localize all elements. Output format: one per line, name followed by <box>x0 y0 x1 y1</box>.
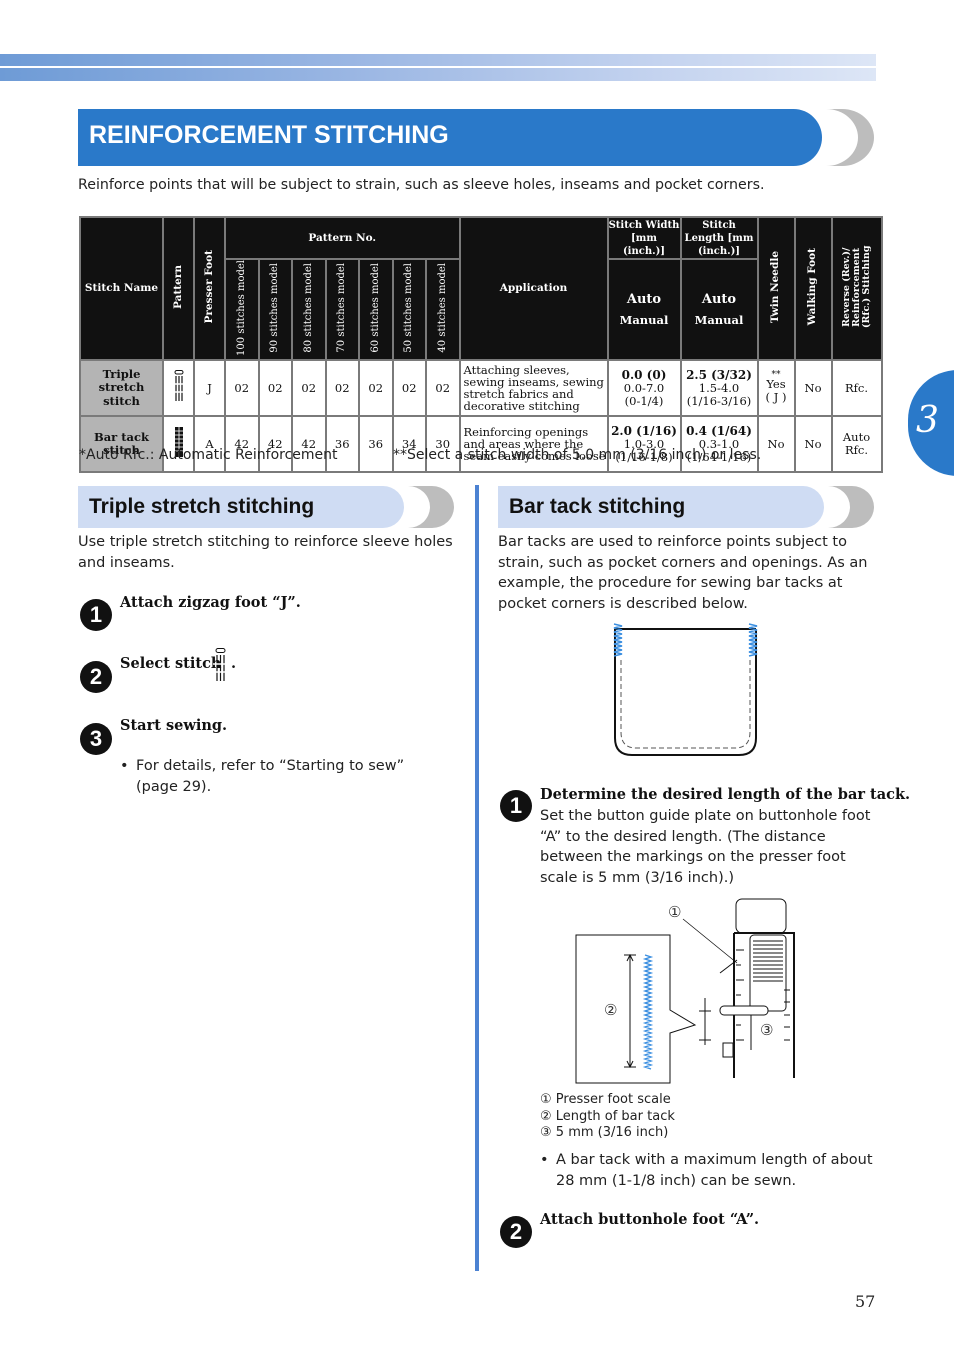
step-number-2: 2 <box>500 1216 532 1248</box>
intro-text: Reinforce points that will be subject to… <box>78 177 765 193</box>
col-model-50: 50 stitches model <box>391 258 427 361</box>
presser-foot: J <box>193 358 226 417</box>
section-end-cap <box>828 486 874 528</box>
step-number-1: 1 <box>80 599 112 631</box>
triple-stretch-stitch-icon <box>213 648 227 681</box>
stitch-length: 2.5 (3/32) 1.5-4.0 (1/16-3/16) <box>679 358 759 417</box>
section-header-bartack: Bar tack stitching <box>498 486 824 528</box>
col-walking-foot: Walking Foot <box>793 216 833 361</box>
stitch-width: 0.0 (0) 0.0-7.0 (0-1/4) <box>606 358 682 417</box>
twin-needle: No <box>756 414 796 473</box>
col-model-70: 70 stitches model <box>324 258 360 361</box>
callout-1: ① <box>668 903 681 921</box>
section-title: Bar tack stitching <box>509 495 686 518</box>
col-model-80: 80 stitches model <box>291 258 327 361</box>
page-number: 57 <box>855 1292 876 1311</box>
step-label-suffix: . <box>231 655 237 672</box>
triple-intro: Use triple stretch stitching to reinforc… <box>78 534 453 571</box>
col-model-100: 100 stitches model <box>224 258 260 361</box>
pattern-no: 02 <box>425 358 461 417</box>
stitch-spec-table: Stitch Name Pattern Presser Foot Pattern… <box>79 216 883 473</box>
pattern-no: 42 <box>291 414 327 473</box>
col-width-auto-manual: Auto Manual <box>606 258 682 361</box>
bar-tack-stitch-icon <box>162 414 195 473</box>
application: Reinforcing openings and areas where the… <box>458 414 609 473</box>
step-body: Set the button guide plate on buttonhole… <box>540 808 871 886</box>
legend-item: ② Length of bar tack <box>540 1108 675 1124</box>
pattern-no: 36 <box>358 414 394 473</box>
pattern-no: 42 <box>224 414 260 473</box>
stitch-length: 0.4 (1/64) 0.3-1.0 (1/64-1/16) <box>679 414 759 473</box>
title-banner: REINFORCEMENT STITCHING <box>78 109 822 166</box>
walking-foot: No <box>793 358 833 417</box>
presser-foot-scale-diagram: ② ① ③ <box>575 898 795 1084</box>
col-presser-foot: Presser Foot <box>193 216 226 361</box>
col-reverse: Reverse (Rev.)/ Reinforcement (Rfc.) Sti… <box>830 216 883 361</box>
section-end-cap <box>408 486 454 528</box>
banner-end-cap <box>826 109 874 166</box>
col-model-90: 90 stitches model <box>257 258 293 361</box>
footnote-twin-needle: **Select a stitch width of 5.0 mm (3/16 … <box>393 447 762 463</box>
step-label: Select stitch <box>120 655 222 672</box>
pattern-no: 02 <box>391 358 427 417</box>
callout-2: ② <box>604 1001 617 1019</box>
col-stitch-name: Stitch Name <box>79 216 164 361</box>
pattern-no: 02 <box>358 358 394 417</box>
legend-item: ① Presser foot scale <box>540 1092 671 1107</box>
step-number-3: 3 <box>80 723 112 755</box>
step-number-1: 1 <box>500 790 532 822</box>
reverse: Rfc. <box>830 358 883 417</box>
column-divider <box>475 485 479 1271</box>
table-row: Bar tack stitch A 42 42 42 36 36 34 30 R… <box>79 414 883 473</box>
step-title: Attach buttonhole foot “A”. <box>540 1211 760 1228</box>
step-label: Start sewing. <box>120 717 228 734</box>
col-model-60: 60 stitches model <box>358 258 394 361</box>
callout-3: ③ <box>760 1021 773 1039</box>
step-number-2: 2 <box>80 661 112 693</box>
section-header-triple: Triple stretch stitching <box>78 486 404 528</box>
stitch-name: Bar tack stitch <box>79 414 164 473</box>
bullet-item: • For details, refer to “Starting to sew”… <box>120 758 405 795</box>
col-stitch-width: Stitch Width [mm (inch.)] <box>606 216 682 260</box>
pocket-bar-tack-illustration <box>613 623 758 756</box>
application: Attaching sleeves, sewing inseams, sewin… <box>458 358 609 417</box>
diagram-legend: ① Presser foot scale ② Length of bar tac… <box>540 1092 675 1142</box>
col-application: Application <box>458 216 609 361</box>
step-label: Attach zigzag foot “J”. <box>120 594 301 611</box>
pattern-no: 34 <box>391 414 427 473</box>
pattern-no: 02 <box>291 358 327 417</box>
chapter-tab[interactable]: 3 <box>908 370 954 476</box>
pattern-no: 42 <box>257 414 293 473</box>
col-twin-needle: Twin Needle <box>756 216 796 361</box>
triple-stretch-stitch-icon <box>162 358 195 417</box>
col-pattern: Pattern <box>162 216 195 361</box>
twin-needle: ** Yes( J ) <box>756 358 796 417</box>
col-pattern-no: Pattern No. <box>224 216 461 260</box>
reverse: Auto Rfc. <box>830 414 883 473</box>
pattern-no: 02 <box>257 358 293 417</box>
pattern-no: 02 <box>224 358 260 417</box>
col-stitch-length: Stitch Length [mm (inch.)] <box>679 216 759 260</box>
presser-foot: A <box>193 414 226 473</box>
chapter-number: 3 <box>916 400 939 441</box>
walking-foot: No <box>793 414 833 473</box>
step-title: Determine the desired length of the bar … <box>540 786 911 803</box>
bartack-intro: Bar tacks are used to reinforce points s… <box>498 534 868 612</box>
header-gradient-band <box>0 54 876 81</box>
pattern-no: 02 <box>324 358 360 417</box>
section-title: Triple stretch stitching <box>89 495 315 518</box>
col-model-40: 40 stitches model <box>425 258 461 361</box>
pattern-no: 30 <box>425 414 461 473</box>
bullet-item: • A bar tack with a maximum length of abo… <box>540 1152 873 1189</box>
col-length-auto-manual: Auto Manual <box>679 258 759 361</box>
stitch-name: Triple stretch stitch <box>79 358 164 417</box>
page-title: REINFORCEMENT STITCHING <box>89 121 449 149</box>
legend-item: ③ 5 mm (3/16 inch) <box>540 1125 669 1140</box>
stitch-width: 2.0 (1/16) 1.0-3.0 (1/16-1/8) <box>606 414 682 473</box>
footnote-auto-rfc: *Auto Rfc.: Automatic Reinforcement <box>79 447 338 463</box>
pattern-no: 36 <box>324 414 360 473</box>
table-row: Triple stretch stitch J 02 02 02 02 02 0… <box>79 358 883 417</box>
